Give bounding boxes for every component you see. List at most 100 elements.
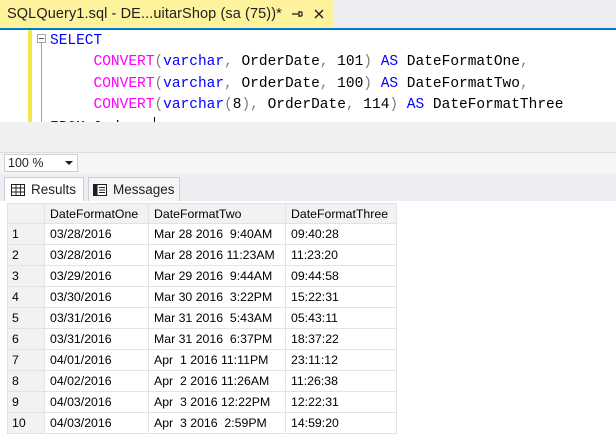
code-token: varchar — [163, 97, 225, 114]
column-header[interactable]: DateFormatThree — [285, 203, 397, 224]
tab-messages-label: Messages — [113, 182, 175, 197]
code-token: OrderDate — [232, 75, 320, 92]
results-grid[interactable]: DateFormatOne DateFormatTwo DateFormatTh… — [7, 203, 397, 434]
code-token: , — [224, 75, 233, 92]
cell-date-format-one[interactable]: 03/30/2016 — [44, 286, 149, 308]
cell-date-format-three[interactable]: 09:44:58 — [285, 265, 397, 287]
code-token: ) — [241, 97, 251, 114]
cell-date-format-three[interactable]: 12:22:31 — [285, 391, 397, 413]
cell-date-format-one[interactable]: 04/03/2016 — [44, 391, 149, 413]
code-token: , — [345, 97, 355, 114]
table-row[interactable]: 9 04/03/2016 Apr 3 2016 12:22PM 12:22:31 — [7, 391, 397, 413]
zoom-value: 100 % — [8, 156, 44, 170]
code-token: DateFormatTwo — [398, 75, 520, 92]
cell-date-format-two[interactable]: Apr 1 2016 11:11PM — [148, 349, 286, 371]
cell-date-format-two[interactable]: Mar 31 2016 5:43AM — [148, 307, 286, 329]
row-number[interactable]: 10 — [7, 412, 45, 434]
cell-date-format-one[interactable]: 03/31/2016 — [44, 307, 149, 329]
chevron-down-icon — [65, 161, 73, 165]
results-grid-area: DateFormatOne DateFormatTwo DateFormatTh… — [0, 201, 616, 434]
table-row[interactable]: 4 03/30/2016 Mar 30 2016 3:22PM 15:22:31 — [7, 286, 397, 308]
code-line[interactable]: CONVERT(varchar, OrderDate, 100) AS Date… — [50, 74, 563, 95]
row-number[interactable]: 8 — [7, 370, 45, 392]
cell-date-format-three[interactable]: 09:40:28 — [285, 223, 397, 245]
row-number[interactable]: 6 — [7, 328, 45, 350]
row-number[interactable]: 4 — [7, 286, 45, 308]
table-row[interactable]: 10 04/03/2016 Apr 3 2016 2:59PM 14:59:20 — [7, 412, 397, 434]
code-token: ( — [154, 97, 164, 114]
code-token: AS — [398, 97, 425, 114]
table-row[interactable]: 1 03/28/2016 Mar 28 2016 9:40AM 09:40:28 — [7, 223, 397, 245]
cell-date-format-three[interactable]: 18:37:22 — [285, 328, 397, 350]
pin-icon[interactable] — [290, 7, 304, 21]
code-line[interactable]: CONVERT(varchar, OrderDate, 101) AS Date… — [50, 52, 563, 73]
result-tab-strip: Results Messages — [0, 174, 616, 201]
table-row[interactable]: 8 04/02/2016 Apr 2 2016 11:26AM 11:26:38 — [7, 370, 397, 392]
close-icon[interactable] — [311, 6, 327, 22]
code-line[interactable]: SELECT — [50, 31, 563, 52]
code-token: DateFormatThree — [424, 97, 564, 114]
cell-date-format-two[interactable]: Mar 29 2016 9:44AM — [148, 265, 286, 287]
code-token: , — [224, 54, 233, 71]
code-token: DateFormatOne — [398, 54, 520, 71]
cell-date-format-one[interactable]: 03/31/2016 — [44, 328, 149, 350]
code-line[interactable]: CONVERT(varchar(8), OrderDate, 114) AS D… — [50, 95, 564, 116]
cell-date-format-one[interactable]: 04/01/2016 — [44, 349, 149, 371]
column-header[interactable]: DateFormatOne — [44, 203, 149, 224]
code-token: CONVERT — [93, 75, 155, 92]
cell-date-format-three[interactable]: 11:26:38 — [285, 370, 397, 392]
query-tab[interactable]: SQLQuery1.sql - DE...uitarShop (sa (75))… — [0, 0, 333, 28]
row-number-header[interactable] — [7, 203, 45, 224]
query-tab-title: SQLQuery1.sql - DE...uitarShop (sa (75))… — [7, 6, 282, 22]
code-token: , — [519, 54, 529, 71]
code-token: OrderDate — [258, 97, 346, 114]
messages-icon — [93, 183, 107, 196]
changed-lines-marker — [28, 30, 32, 134]
tab-messages[interactable]: Messages — [88, 177, 180, 201]
cell-date-format-two[interactable]: Mar 30 2016 3:22PM — [148, 286, 286, 308]
cell-date-format-two[interactable]: Mar 28 2016 11:23AM — [148, 244, 286, 266]
table-row[interactable]: 7 04/01/2016 Apr 1 2016 11:11PM 23:11:12 — [7, 349, 397, 371]
cell-date-format-three[interactable]: 11:23:20 — [285, 244, 397, 266]
column-header[interactable]: DateFormatTwo — [148, 203, 286, 224]
row-number[interactable]: 1 — [7, 223, 45, 245]
zoom-dropdown[interactable]: 100 % — [4, 154, 78, 172]
table-row[interactable]: 3 03/29/2016 Mar 29 2016 9:44AM 09:44:58 — [7, 265, 397, 287]
cell-date-format-one[interactable]: 03/29/2016 — [44, 265, 149, 287]
cell-date-format-three[interactable]: 05:43:11 — [285, 307, 397, 329]
cell-date-format-two[interactable]: Apr 2 2016 11:26AM — [148, 370, 286, 392]
cell-date-format-one[interactable]: 04/03/2016 — [44, 412, 149, 434]
cell-date-format-two[interactable]: Mar 28 2016 9:40AM — [148, 223, 286, 245]
code-token: 114 — [354, 97, 390, 114]
cell-date-format-two[interactable]: Apr 3 2016 2:59PM — [148, 412, 286, 434]
cell-date-format-two[interactable]: Apr 3 2016 12:22PM — [148, 391, 286, 413]
grid-icon — [11, 183, 25, 196]
table-row[interactable]: 2 03/28/2016 Mar 28 2016 11:23AM 11:23:20 — [7, 244, 397, 266]
cell-date-format-one[interactable]: 04/02/2016 — [44, 370, 149, 392]
cell-date-format-two[interactable]: Mar 31 2016 6:37PM — [148, 328, 286, 350]
code-token: ( — [224, 97, 233, 114]
cell-date-format-one[interactable]: 03/28/2016 — [44, 223, 149, 245]
editor-blank-area — [0, 122, 616, 152]
tab-results[interactable]: Results — [4, 177, 84, 201]
cell-date-format-three[interactable]: 15:22:31 — [285, 286, 397, 308]
code-token: ) — [389, 97, 399, 114]
collapse-icon[interactable] — [37, 34, 46, 43]
table-row[interactable]: 5 03/31/2016 Mar 31 2016 5:43AM 05:43:11 — [7, 307, 397, 329]
row-number[interactable]: 9 — [7, 391, 45, 413]
row-number[interactable]: 5 — [7, 307, 45, 329]
code-token: , — [519, 75, 529, 92]
document-tab-strip: SQLQuery1.sql - DE...uitarShop (sa (75))… — [0, 0, 616, 30]
cell-date-format-three[interactable]: 14:59:20 — [285, 412, 397, 434]
code-token: AS — [372, 75, 399, 92]
table-row[interactable]: 6 03/31/2016 Mar 31 2016 6:37PM 18:37:22 — [7, 328, 397, 350]
row-number[interactable]: 2 — [7, 244, 45, 266]
cell-date-format-three[interactable]: 23:11:12 — [285, 349, 397, 371]
row-number[interactable]: 3 — [7, 265, 45, 287]
row-number[interactable]: 7 — [7, 349, 45, 371]
cell-date-format-one[interactable]: 03/28/2016 — [44, 244, 149, 266]
code-token: 101 — [328, 54, 364, 71]
